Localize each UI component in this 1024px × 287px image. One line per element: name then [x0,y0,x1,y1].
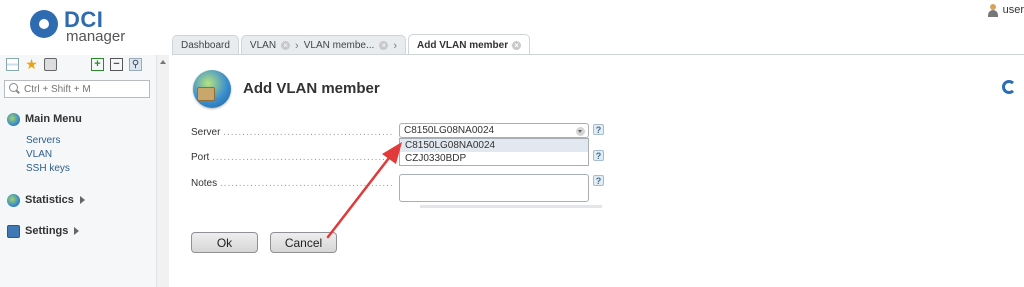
annotation-arrow-icon [326,142,402,239]
tab-dashboard[interactable]: Dashboard [172,35,239,55]
menu-settings[interactable]: Settings [7,223,80,239]
tab-divider [172,54,1024,55]
notes-field[interactable] [399,174,589,202]
chevron-right-icon [74,227,80,235]
port-label-text: Port [191,152,210,163]
ok-button[interactable]: Ok [191,232,258,253]
logo-mark-icon [30,10,58,38]
server-label: Server .................................… [191,127,394,138]
tab-add-vlan-member[interactable]: Add VLAN member × [407,34,531,55]
menu-statistics-label: Statistics [25,194,74,206]
page-title: Add VLAN member [243,80,380,97]
server-label-text: Server [191,127,221,138]
tab-bar: Dashboard VLAN × › VLAN membe... × › Add… [172,34,532,55]
chevron-right-icon: › [393,39,397,52]
menu-main[interactable]: Main Menu [7,111,82,127]
sidebar-item-ssh-keys[interactable]: SSH keys [26,163,70,174]
menu-settings-label: Settings [25,225,69,237]
server-option[interactable]: CZJ0330BDP [400,152,588,165]
menu-statistics[interactable]: Statistics [7,192,85,208]
vlan-member-icon [193,70,231,108]
settings-icon [7,224,20,238]
user-name: user [1002,4,1024,16]
tree-icon[interactable] [6,57,19,71]
sidebar-scrollbar[interactable] [157,55,169,287]
logo: DCI manager [30,6,140,45]
tab-vlan-group[interactable]: VLAN × › VLAN membe... × › [240,35,406,55]
scroll-up-icon[interactable] [160,60,166,64]
logo-manager-text: manager [66,28,126,45]
chevron-right-icon: › [295,39,299,52]
close-icon[interactable]: × [512,40,522,50]
close-icon[interactable]: × [281,41,291,50]
globe-icon [7,112,20,126]
menu-main-label: Main Menu [25,113,82,125]
collapse-all-icon[interactable]: − [110,57,123,71]
expand-all-icon[interactable]: + [91,57,104,71]
globe-icon [7,193,20,207]
notes-label-text: Notes [191,178,218,189]
server-option[interactable]: C8150LG08NA0024 [400,139,588,152]
sidebar-search [4,80,150,98]
label-leader: ........................................… [223,127,394,138]
help-icon[interactable]: ? [593,150,604,161]
refresh-icon[interactable] [1002,80,1016,94]
tab-label: VLAN membe... [303,40,375,51]
notes-resize-bar[interactable] [420,205,602,208]
server-select[interactable]: C8150LG08NA0024 [399,123,589,138]
tab-label: Dashboard [181,40,230,51]
pin-icon[interactable]: ⚲ [129,57,142,71]
tab-label: Add VLAN member [416,39,509,51]
sidebar-toolbar: ★ + − ⚲ [6,56,142,72]
user-icon [987,3,999,17]
chevron-right-icon [79,196,85,204]
sidebar-item-vlan[interactable]: VLAN [26,149,52,160]
sidebar-item-servers[interactable]: Servers [26,135,60,146]
server-dropdown: C8150LG08NA0024 CZJ0330BDP [399,138,589,166]
help-icon[interactable]: ? [593,175,604,186]
search-icon [8,82,22,96]
user-menu[interactable]: user [987,2,1024,18]
chevron-down-icon[interactable] [576,127,585,136]
help-icon[interactable]: ? [593,124,604,135]
close-icon[interactable]: × [379,41,389,50]
star-icon[interactable]: ★ [25,57,38,71]
tab-label: VLAN [249,40,277,51]
search-input[interactable] [22,83,142,95]
briefcase-icon[interactable] [44,57,57,71]
server-select-value: C8150LG08NA0024 [404,125,495,136]
